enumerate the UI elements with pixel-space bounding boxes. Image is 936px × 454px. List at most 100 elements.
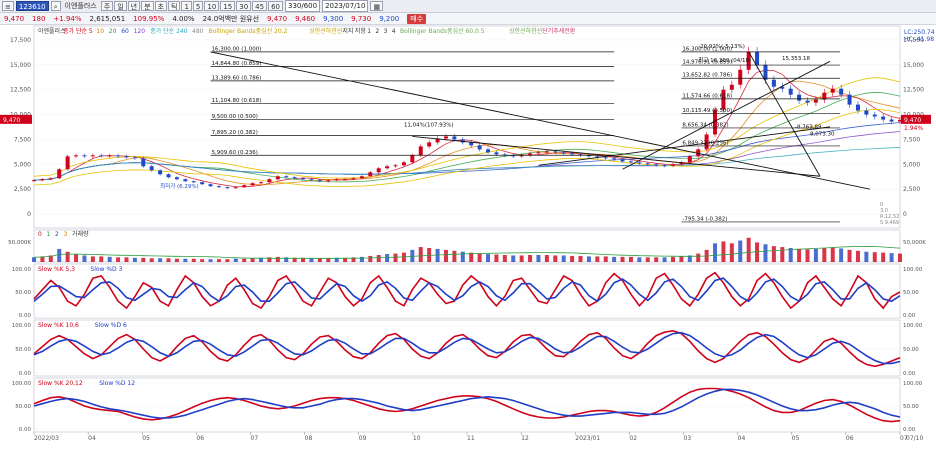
fib-label-10: 11,574.66 (0.618)	[682, 93, 732, 99]
volume-bar-99	[864, 251, 869, 262]
chart-note-0: 11,04%(107.93%)	[404, 123, 454, 129]
volume-bar-61	[544, 255, 549, 262]
candle-body-14	[149, 166, 154, 171]
candle-body-35	[326, 180, 331, 182]
candle-body-95	[830, 88, 835, 93]
volume-bar-62	[553, 255, 558, 262]
candle-body-34	[317, 180, 322, 182]
main-legend-19: 하한선	[526, 27, 543, 35]
volume-bar-35	[326, 258, 331, 262]
stoch-tick-right-0-0: 100.00	[903, 267, 923, 273]
candle-body-44	[401, 162, 406, 166]
volume-bar-0	[32, 257, 36, 262]
volume-bar-95	[830, 247, 835, 262]
stoch-tick-right-1-0: 100.00	[903, 323, 923, 329]
y-tick-left-6: 2,500	[14, 186, 31, 193]
candle-body-6	[82, 155, 87, 157]
volume-bar-79	[696, 253, 701, 262]
volume-bar-82	[721, 241, 726, 262]
y-tick-right-2: 12,500	[903, 87, 924, 94]
y-tick-right-5: 5,000	[903, 161, 920, 168]
volume-bar-54	[486, 254, 491, 262]
candle-body-30	[284, 176, 289, 178]
volume-bar-10	[116, 257, 121, 262]
stoch-legend-k-2: Slow %K 20,12	[38, 380, 83, 387]
candle-body-74	[654, 164, 659, 166]
volume-bar-16	[166, 258, 171, 262]
vol-legend-0: 0	[38, 231, 42, 238]
candle-body-23	[225, 187, 230, 189]
volume-bar-46	[418, 247, 423, 262]
candle-body-25	[242, 185, 247, 188]
x-tick-7: 10	[413, 435, 421, 442]
candle-body-54	[486, 149, 491, 153]
volume-bar-75	[662, 257, 667, 262]
right-mark-3: S 9,469	[880, 220, 899, 226]
main-legend-17: Bollinger Bands중심선 60,0.5	[400, 27, 485, 35]
candle-body-86	[755, 51, 760, 65]
volume-bar-96	[839, 248, 844, 262]
volume-bar-50	[452, 250, 457, 262]
panel-frame-3	[33, 319, 901, 377]
candle-body-12	[132, 157, 137, 159]
volume-bar-98	[855, 250, 860, 262]
volume-bar-21	[208, 259, 213, 262]
stoch-legend-d-2: Slow %D 12	[99, 380, 135, 387]
volume-bar-33	[309, 258, 314, 262]
x-tick-3: 06	[196, 435, 204, 442]
main-legend-15: 3	[384, 28, 388, 35]
candle-body-101	[881, 116, 886, 120]
stoch-tick-left-0-0: 100.00	[12, 267, 32, 273]
candle-body-32	[301, 178, 306, 180]
chart-note-2: -20.92%(-5.13%)	[698, 44, 745, 50]
main-legend-7: 480	[192, 28, 204, 35]
candle-body-4	[65, 156, 70, 170]
volume-bar-29	[275, 256, 280, 262]
candle-body-71	[628, 161, 633, 163]
y-tick-right-6: 2,500	[903, 186, 920, 193]
stoch-tick-left-2-0: 100.00	[12, 381, 32, 387]
vol-legend-1: 1	[47, 231, 51, 238]
candle-body-18	[183, 179, 188, 182]
candle-body-24	[233, 187, 238, 189]
volume-bar-53	[477, 253, 482, 262]
candle-body-70	[620, 159, 625, 162]
volume-bar-14	[149, 258, 154, 262]
volume-bar-83	[729, 243, 734, 262]
volume-bar-17	[174, 258, 179, 262]
stoch-legend-k-0: Slow %K 5,3	[38, 266, 75, 273]
right-pct: 1.94%	[904, 125, 923, 132]
candle-body-73	[645, 163, 650, 165]
right-price-tag: 9,470	[904, 117, 921, 124]
volume-bar-55	[494, 254, 499, 262]
candle-body-87	[763, 64, 768, 80]
volume-bar-64	[570, 255, 575, 262]
y-tick-right-7: 0	[903, 211, 907, 218]
volume-bar-49	[443, 249, 448, 262]
candle-body-46	[418, 146, 423, 156]
main-legend-12: 저항	[355, 27, 367, 35]
chart-note-6: 최저가 (6.29%)	[160, 182, 199, 190]
volume-bar-4	[65, 251, 70, 262]
volume-bar-12	[132, 257, 137, 262]
volume-bar-18	[183, 258, 188, 262]
y-tick-left-5: 5,000	[14, 161, 31, 168]
y-tick-right-4: 7,500	[903, 136, 920, 143]
main-legend-18: 상한선	[509, 27, 526, 35]
volume-bar-43	[393, 253, 398, 262]
volume-bar-57	[511, 255, 516, 262]
candle-body-2	[48, 178, 53, 180]
candle-body-37	[343, 179, 348, 181]
volume-bar-34	[317, 258, 322, 262]
volume-bar-84	[738, 240, 743, 262]
volume-bar-90	[788, 248, 793, 262]
volume-bar-9	[107, 256, 112, 262]
candle-body-11	[124, 156, 129, 158]
x-tick-15: 06	[846, 435, 854, 442]
volume-bar-41	[376, 255, 381, 262]
stoch-legend-d-1: Slow %D 6	[95, 322, 127, 329]
main-legend-3: 20	[109, 28, 117, 35]
x-tick-0: 2022/03	[34, 435, 59, 442]
volume-bar-65	[578, 255, 583, 262]
chart-area[interactable]: 17,50017,50015,00015,00012,50012,50010,0…	[0, 0, 936, 454]
